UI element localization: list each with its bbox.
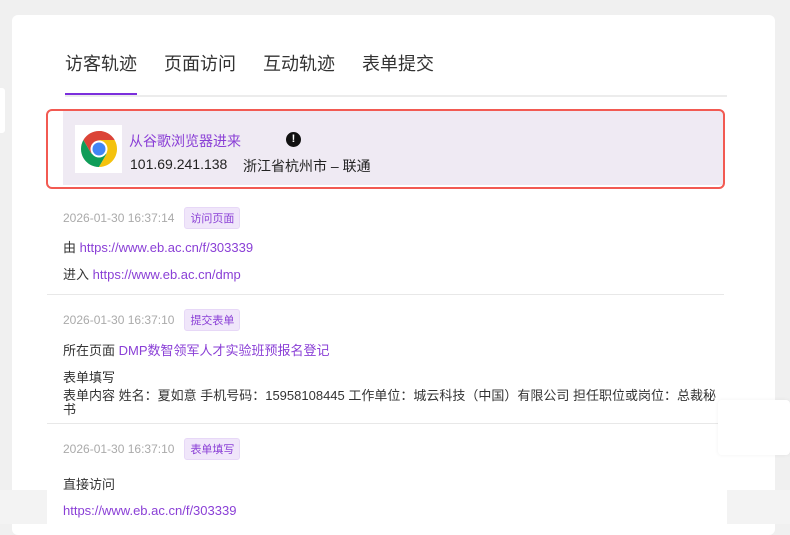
timeline-entry: 2026-01-30 16:37:10 提交表单 所在页面 DMP数智领军人才实验… — [63, 309, 728, 417]
timeline-entry: 2026-01-30 16:37:14 访问页面 由 https://www.eb… — [63, 207, 253, 283]
from-label: 由 — [63, 240, 77, 255]
page-label: 所在页面 — [63, 343, 116, 358]
visit-source: 从谷歌浏览器进来 — [129, 133, 241, 149]
entry-badge: 表单填写 — [184, 438, 241, 460]
divider — [47, 423, 724, 424]
tab-form-submissions[interactable]: 表单提交 — [362, 50, 434, 95]
tab-interaction-trail[interactable]: 互动轨迹 — [263, 50, 335, 95]
to-label: 进入 — [63, 267, 90, 282]
entry-badge: 提交表单 — [184, 309, 241, 331]
floating-side-widget[interactable] — [718, 400, 790, 455]
form-title: 表单填写 — [63, 370, 116, 385]
tab-divider — [65, 95, 727, 97]
entry-badge: 访问页面 — [184, 207, 241, 229]
url-link[interactable]: https://www.eb.ac.cn/f/303339 — [63, 503, 236, 518]
visitor-location: 浙江省杭州市 – 联通 — [243, 158, 371, 174]
chrome-icon — [75, 125, 122, 173]
timeline-entry: 2026-01-30 16:37:10 表单填写 直接访问 https://www… — [63, 438, 241, 518]
divider — [47, 294, 724, 295]
warning-icon[interactable]: ! — [286, 132, 301, 147]
tab-bar: 访客轨迹 页面访问 互动轨迹 表单提交 — [65, 50, 434, 96]
tab-visitor-trail[interactable]: 访客轨迹 — [65, 50, 137, 96]
to-url-link[interactable]: https://www.eb.ac.cn/dmp — [93, 267, 241, 282]
entry-time: 2026-01-30 16:37:10 — [63, 313, 175, 327]
visitor-ip: 101.69.241.138 — [130, 156, 228, 172]
side-panel-edge — [0, 88, 5, 133]
form-content: 表单内容 姓名：夏如意 手机号码：15958108445 工作单位：城云科技（中… — [63, 388, 716, 417]
tab-page-visits[interactable]: 页面访问 — [164, 50, 236, 95]
from-url-link[interactable]: https://www.eb.ac.cn/f/303339 — [80, 240, 253, 255]
entry-time: 2026-01-30 16:37:14 — [63, 211, 175, 225]
access-type: 直接访问 — [63, 477, 116, 492]
entry-time: 2026-01-30 16:37:10 — [63, 442, 175, 456]
page-name-link[interactable]: DMP数智领军人才实验班预报名登记 — [119, 343, 330, 358]
